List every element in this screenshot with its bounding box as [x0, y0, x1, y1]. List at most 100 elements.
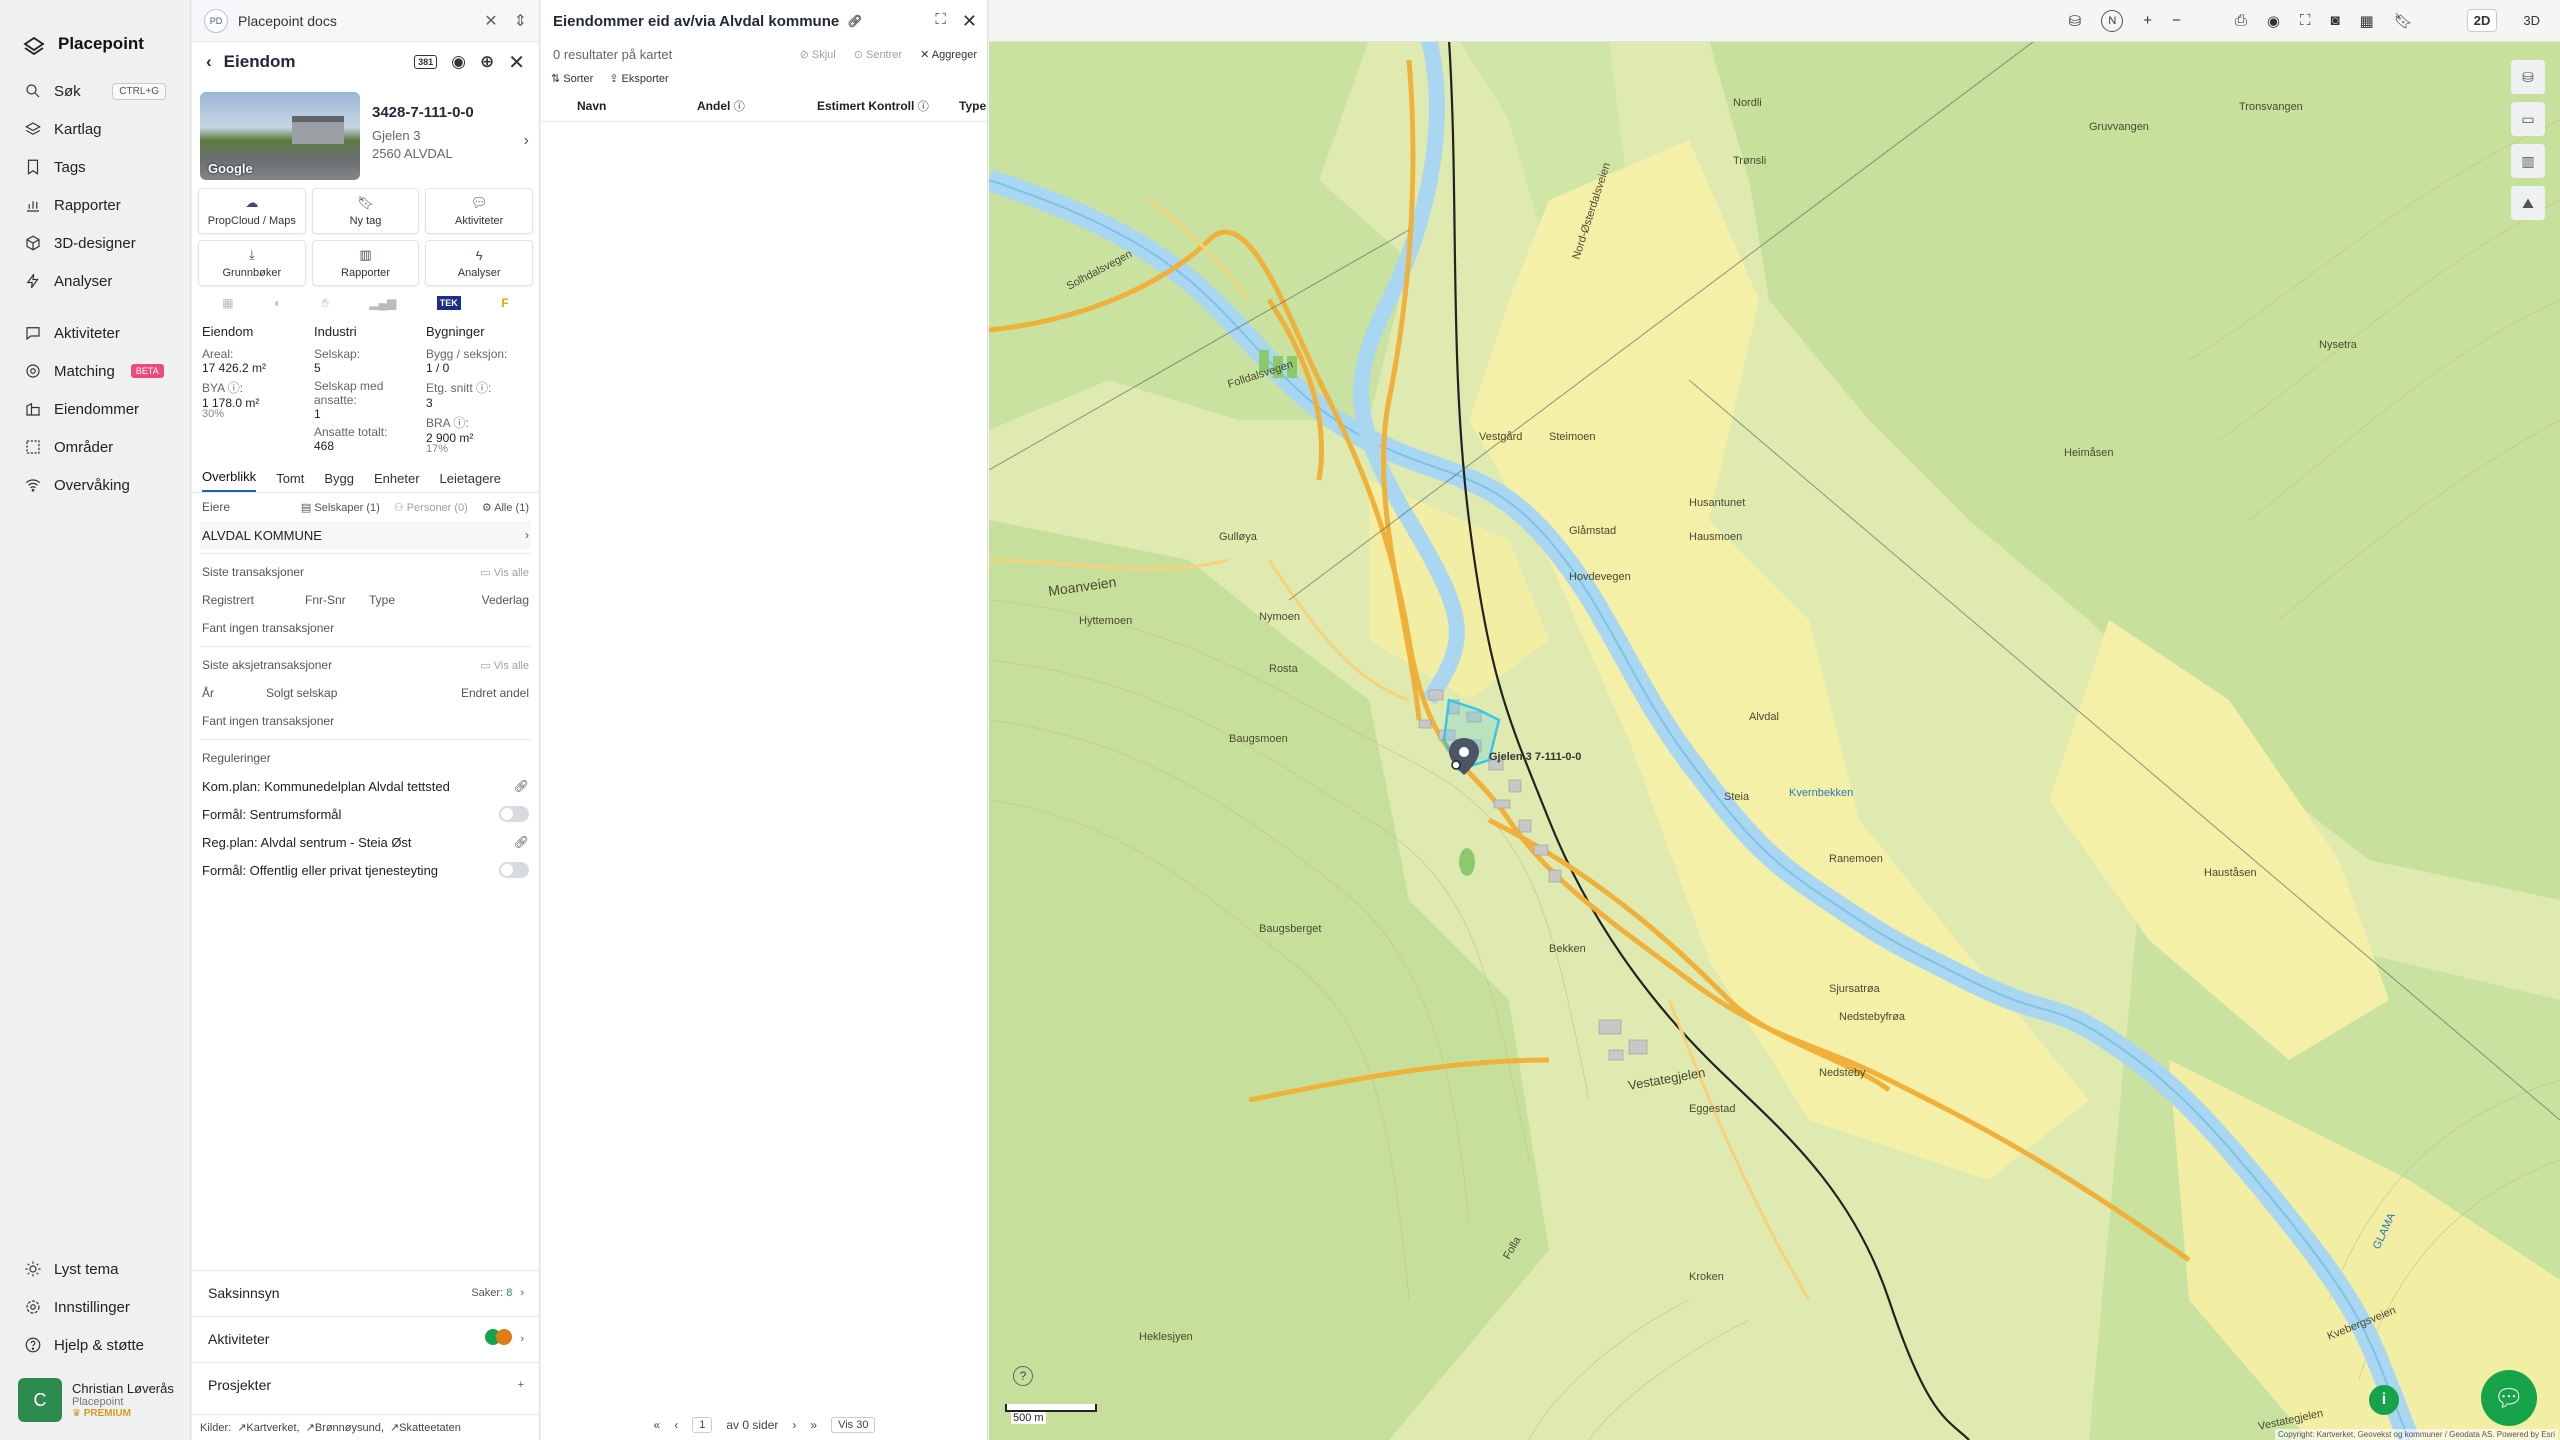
regulation-item[interactable]: Reg.plan: Alvdal sentrum - Steia Øst 🔗︎: [200, 828, 531, 856]
property-summary[interactable]: Google 3428-7-111-0-0 Gjelen 3 2560 ALVD…: [192, 82, 539, 188]
regulation-toggle[interactable]: [499, 806, 529, 822]
nav-item-analyser[interactable]: Analyser: [0, 262, 190, 300]
bookmark-icon[interactable]: 🔖︎: [2394, 12, 2413, 30]
layers-stack-icon[interactable]: ⛁: [2069, 12, 2082, 30]
page-size-select[interactable]: Vis 30: [831, 1417, 876, 1433]
source-levels-icon[interactable]: ▂▄▆: [369, 296, 396, 310]
hide-button[interactable]: ⊘ Skjul: [800, 48, 836, 61]
user-card[interactable]: C Christian Løverås Placepoint ♛ PREMIUM: [0, 1364, 191, 1440]
first-page-icon[interactable]: «: [654, 1418, 661, 1432]
mode-3d-button[interactable]: 3D: [2517, 10, 2546, 31]
nav-item-kartlag[interactable]: Kartlag: [0, 110, 190, 148]
camera-icon[interactable]: ◙: [2330, 12, 2339, 29]
tek-badge[interactable]: TEK: [436, 296, 461, 310]
column-header[interactable]: Andel ⓘ: [697, 98, 817, 114]
column-header[interactable]: Estimert Kontroll ⓘ: [817, 98, 959, 114]
column-header[interactable]: Type: [959, 99, 986, 113]
source-1881-icon[interactable]: ▦: [222, 296, 233, 310]
export-button[interactable]: ⇪ Eksporter: [609, 72, 668, 85]
regulation-toggle[interactable]: [499, 862, 529, 878]
tab-overblikk[interactable]: Overblikk: [202, 469, 257, 492]
tab-enheter[interactable]: Enheter: [374, 471, 420, 492]
source-link[interactable]: ↗Brønnøysund,: [306, 1421, 384, 1434]
regulation-item[interactable]: Formål: Sentrumsformål: [200, 800, 531, 828]
nav-item-theme[interactable]: Lyst tema: [0, 1250, 191, 1288]
regulation-item[interactable]: Formål: Offentlig eller privat tjenestey…: [200, 856, 531, 884]
docs-title[interactable]: Placepoint docs: [238, 13, 337, 29]
link-icon[interactable]: 🔗︎: [514, 835, 529, 849]
source-hands-icon[interactable]: ✋︎: [322, 296, 329, 311]
source-globe-icon[interactable]: ◐: [274, 296, 281, 310]
measure-icon[interactable]: ▭: [2511, 102, 2545, 136]
bar-chart-icon[interactable]: ▥: [2511, 144, 2545, 178]
add-icon[interactable]: +: [518, 1379, 524, 1391]
propcloud-button[interactable]: ☁ PropCloud / Maps: [198, 188, 306, 234]
close-icon[interactable]: ✕: [484, 11, 497, 31]
show-all-transactions[interactable]: ▭ Vis alle: [480, 566, 529, 579]
nav-item-matching[interactable]: Matching BETA: [0, 352, 190, 390]
nav-item-overvaking[interactable]: Overvåking: [0, 466, 190, 504]
compass-icon[interactable]: N: [2101, 9, 2124, 32]
nav-item-eiendommer[interactable]: Eiendommer: [0, 390, 190, 428]
fullscreen-icon[interactable]: ⛶: [935, 11, 946, 32]
mode-2d-button[interactable]: 2D: [2466, 9, 2498, 32]
activities-button[interactable]: 💬︎ Aktiviteter: [425, 188, 533, 234]
eye-icon[interactable]: ◉: [2267, 12, 2280, 30]
regulation-item[interactable]: Kom.plan: Kommunedelplan Alvdal tettsted…: [200, 772, 531, 800]
owner-row[interactable]: ALVDAL KOMMUNE ›: [200, 521, 531, 549]
source-link[interactable]: ↗Kartverket,: [237, 1421, 299, 1434]
reports-button[interactable]: ▥ Rapporter: [311, 240, 420, 286]
matrikkel-badge[interactable]: 381: [414, 55, 438, 69]
nav-item-search[interactable]: Søk CTRL+G: [0, 72, 190, 110]
expand-icon[interactable]: ⇕: [514, 11, 527, 31]
print-icon[interactable]: ⎙: [2235, 12, 2247, 29]
nav-item-help[interactable]: Hjelp & støtte: [0, 1326, 191, 1364]
crosshair-icon[interactable]: ⊕: [480, 52, 494, 72]
eye-icon[interactable]: ◉: [451, 52, 466, 72]
filter-persons[interactable]: ⚇ Personer (0): [394, 501, 468, 514]
map-canvas[interactable]: Solhdalsvegen Folldalsvegen Moanveien No…: [989, 0, 2560, 1440]
accordion-saksinnsyn[interactable]: Saksinnsyn Saker: 8 ›: [192, 1270, 540, 1314]
map-layers-icon[interactable]: ⛁: [2511, 60, 2545, 94]
source-f-icon[interactable]: F: [501, 296, 508, 310]
accordion-aktiviteter[interactable]: Aktiviteter ›: [192, 1316, 540, 1360]
brand[interactable]: Placepoint: [0, 0, 190, 66]
link-icon[interactable]: 🔗︎: [847, 14, 862, 28]
back-icon[interactable]: ‹: [206, 52, 212, 72]
chevron-right-icon[interactable]: ›: [524, 132, 529, 150]
street-view-photo[interactable]: Google: [200, 92, 360, 180]
nav-item-3d-designer[interactable]: 3D-designer: [0, 224, 190, 262]
close-icon[interactable]: ✕: [508, 50, 525, 75]
filter-companies[interactable]: ▤ Selskaper (1): [301, 501, 380, 514]
page-input[interactable]: 1: [692, 1417, 713, 1433]
grid-icon[interactable]: ▦: [2360, 12, 2374, 30]
center-button[interactable]: ⊙ Sentrer: [854, 48, 902, 61]
last-page-icon[interactable]: »: [810, 1418, 817, 1432]
nav-item-settings[interactable]: Innstillinger: [0, 1288, 191, 1326]
tab-leietagere[interactable]: Leietagere: [440, 471, 501, 492]
info-button[interactable]: i: [2369, 1385, 2399, 1415]
tab-tomt[interactable]: Tomt: [276, 471, 304, 492]
accordion-prosjekter[interactable]: Prosjekter +: [192, 1362, 540, 1406]
close-icon[interactable]: ✕: [962, 11, 977, 32]
show-all-share-tx[interactable]: ▭ Vis alle: [480, 659, 529, 672]
prev-page-icon[interactable]: ‹: [674, 1418, 678, 1432]
source-link[interactable]: ↗Skatteetaten: [390, 1421, 461, 1434]
sort-button[interactable]: ⇅ Sorter: [551, 72, 593, 85]
nav-item-rapporter[interactable]: Rapporter: [0, 186, 190, 224]
new-tag-button[interactable]: 🔖︎ Ny tag: [311, 188, 420, 234]
chat-button[interactable]: 💬︎: [2481, 1370, 2537, 1426]
next-page-icon[interactable]: ›: [792, 1418, 796, 1432]
aggregate-button[interactable]: ✕ Aggreger: [920, 48, 977, 61]
zoom-out-icon[interactable]: −: [2172, 12, 2181, 29]
grunnboker-button[interactable]: ⤓ Grunnbøker: [198, 240, 306, 286]
analyses-button[interactable]: ϟ Analyser: [425, 240, 533, 286]
nav-item-omrader[interactable]: Områder: [0, 428, 190, 466]
fullscreen-icon[interactable]: ⛶: [2300, 12, 2311, 29]
terrain-icon[interactable]: ⛰: [2511, 186, 2545, 220]
zoom-in-icon[interactable]: +: [2143, 12, 2152, 29]
column-header[interactable]: Navn: [577, 99, 697, 113]
filter-all[interactable]: ⚙ Alle (1): [482, 501, 529, 514]
map-help-icon[interactable]: ?: [1013, 1366, 1033, 1386]
tab-bygg[interactable]: Bygg: [324, 471, 354, 492]
